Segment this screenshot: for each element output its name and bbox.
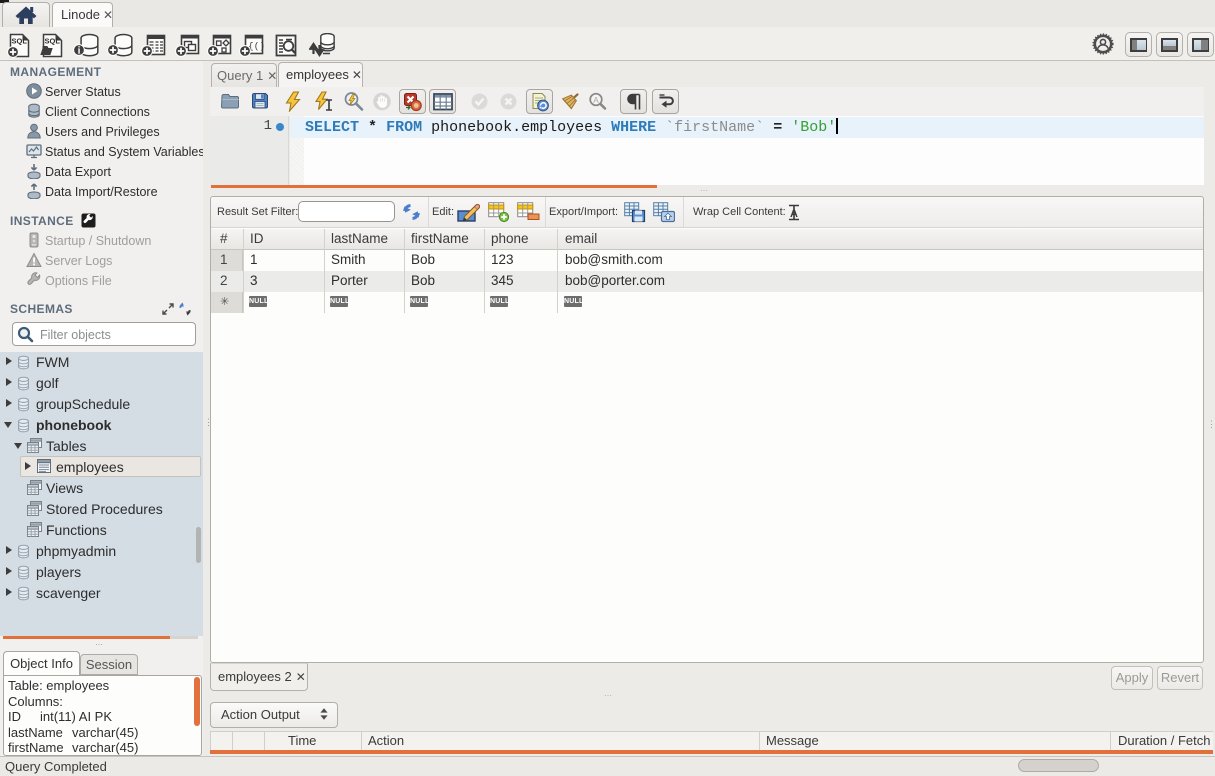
svg-text:i: i [78, 46, 81, 57]
svg-text:SQL: SQL [12, 37, 28, 46]
svg-text:SQL: SQL [45, 37, 61, 46]
svg-text:A: A [790, 208, 798, 220]
svg-text:A: A [593, 95, 599, 105]
